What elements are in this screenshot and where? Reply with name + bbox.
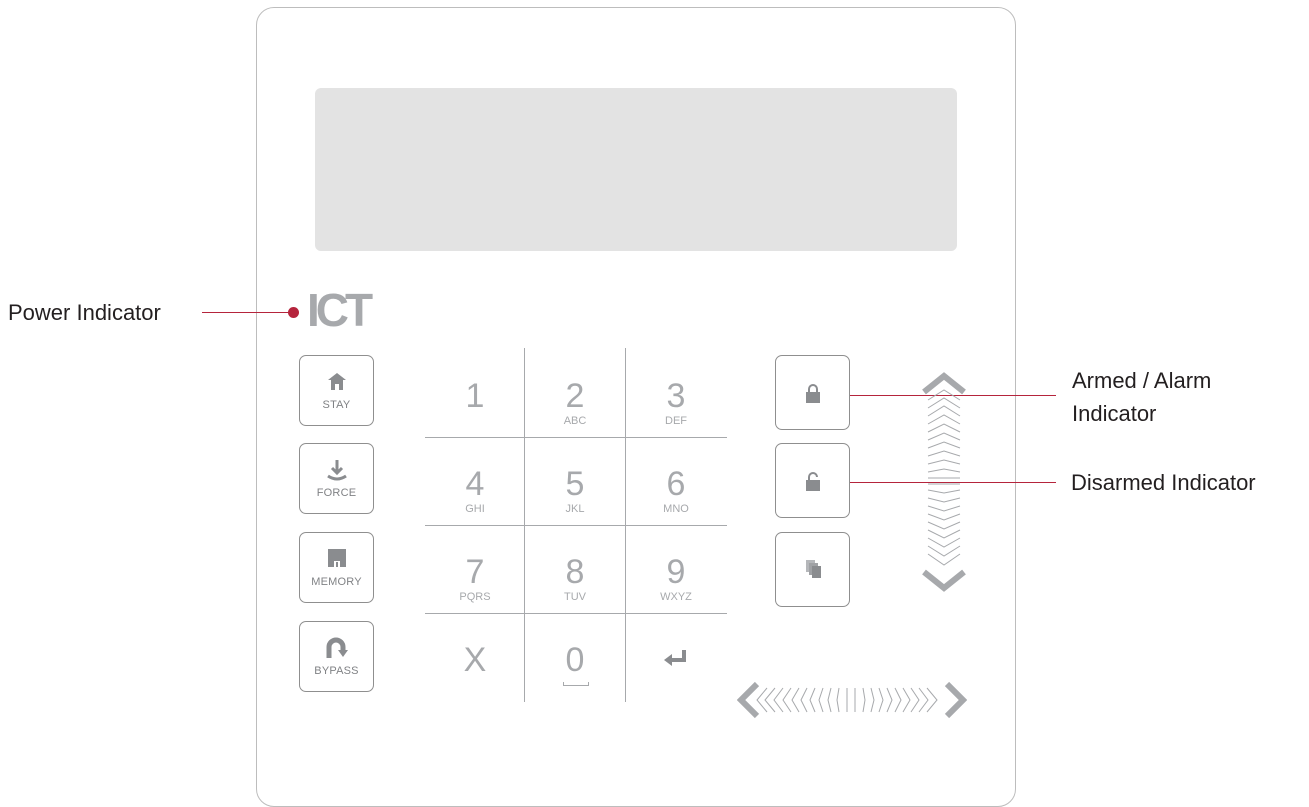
stay-button[interactable]: STAY xyxy=(299,355,374,426)
key-5[interactable]: 5 JKL xyxy=(525,448,625,532)
key-letters: WXYZ xyxy=(660,591,692,603)
key-letters: ABC xyxy=(563,415,587,427)
key-8[interactable]: 8 TUV xyxy=(525,536,625,620)
lock-closed-icon xyxy=(776,384,849,404)
stay-label: STAY xyxy=(322,399,351,411)
key-2[interactable]: 2 ABC xyxy=(525,360,625,444)
space-icon xyxy=(563,682,589,686)
force-button[interactable]: FORCE xyxy=(299,443,374,514)
disarmed-indicator-label: Disarmed Indicator xyxy=(1071,470,1256,495)
key-digit: 7 xyxy=(465,553,485,591)
key-7[interactable]: 7 PQRS xyxy=(425,536,525,620)
horizontal-scroll-strip[interactable] xyxy=(736,680,968,720)
key-digit: 8 xyxy=(565,553,585,591)
power-indicator-leader xyxy=(202,312,294,313)
lock-open-icon xyxy=(776,472,849,492)
ict-logo: ICT xyxy=(307,284,373,336)
key-digit: 3 xyxy=(666,377,686,415)
bypass-arrow-icon xyxy=(300,636,373,662)
enter-icon xyxy=(662,648,690,673)
key-letters: JKL xyxy=(565,503,585,515)
armed-indicator-label: Armed / Alarm Indicator xyxy=(1072,364,1211,430)
armed-indicator-label-line2: Indicator xyxy=(1072,401,1157,426)
key-digit: 4 xyxy=(465,465,485,503)
key-letters: DEF xyxy=(665,415,687,427)
key-0[interactable]: 0 xyxy=(525,624,625,708)
key-6[interactable]: 6 MNO xyxy=(626,448,726,532)
key-digit: 6 xyxy=(666,465,686,503)
bypass-button[interactable]: BYPASS xyxy=(299,621,374,692)
bypass-label: BYPASS xyxy=(314,665,359,677)
key-4[interactable]: 4 GHI xyxy=(425,448,525,532)
armed-indicator-label-line1: Armed / Alarm xyxy=(1072,368,1212,393)
key-9[interactable]: 9 WXYZ xyxy=(626,536,726,620)
key-x[interactable]: X xyxy=(425,624,525,708)
lcd-display xyxy=(315,88,957,251)
memory-icon xyxy=(300,547,373,573)
key-digit: 1 xyxy=(465,377,485,415)
key-digit: 0 xyxy=(565,641,585,679)
key-letters: MNO xyxy=(663,503,689,515)
house-icon xyxy=(300,370,373,396)
key-digit: 2 xyxy=(565,377,585,415)
power-indicator-label: Power Indicator xyxy=(8,300,161,325)
pages-icon xyxy=(776,559,849,579)
key-digit: 9 xyxy=(666,553,686,591)
vertical-scroll-strip[interactable] xyxy=(920,372,968,596)
disarmed-button[interactable] xyxy=(775,443,850,518)
force-label: FORCE xyxy=(316,487,357,499)
key-digit: 5 xyxy=(565,465,585,503)
key-letters: GHI xyxy=(465,503,485,515)
key-1[interactable]: 1 xyxy=(425,360,525,444)
force-arrow-icon xyxy=(300,458,373,484)
key-letters: TUV xyxy=(564,591,586,603)
armed-button[interactable] xyxy=(775,355,850,430)
memory-label: MEMORY xyxy=(311,576,362,588)
key-letters: PQRS xyxy=(459,591,491,603)
pages-button[interactable] xyxy=(775,532,850,607)
key-enter[interactable] xyxy=(626,624,726,708)
power-indicator-dot xyxy=(288,307,299,318)
key-3[interactable]: 3 DEF xyxy=(626,360,726,444)
memory-button[interactable]: MEMORY xyxy=(299,532,374,603)
key-digit: X xyxy=(463,641,487,679)
